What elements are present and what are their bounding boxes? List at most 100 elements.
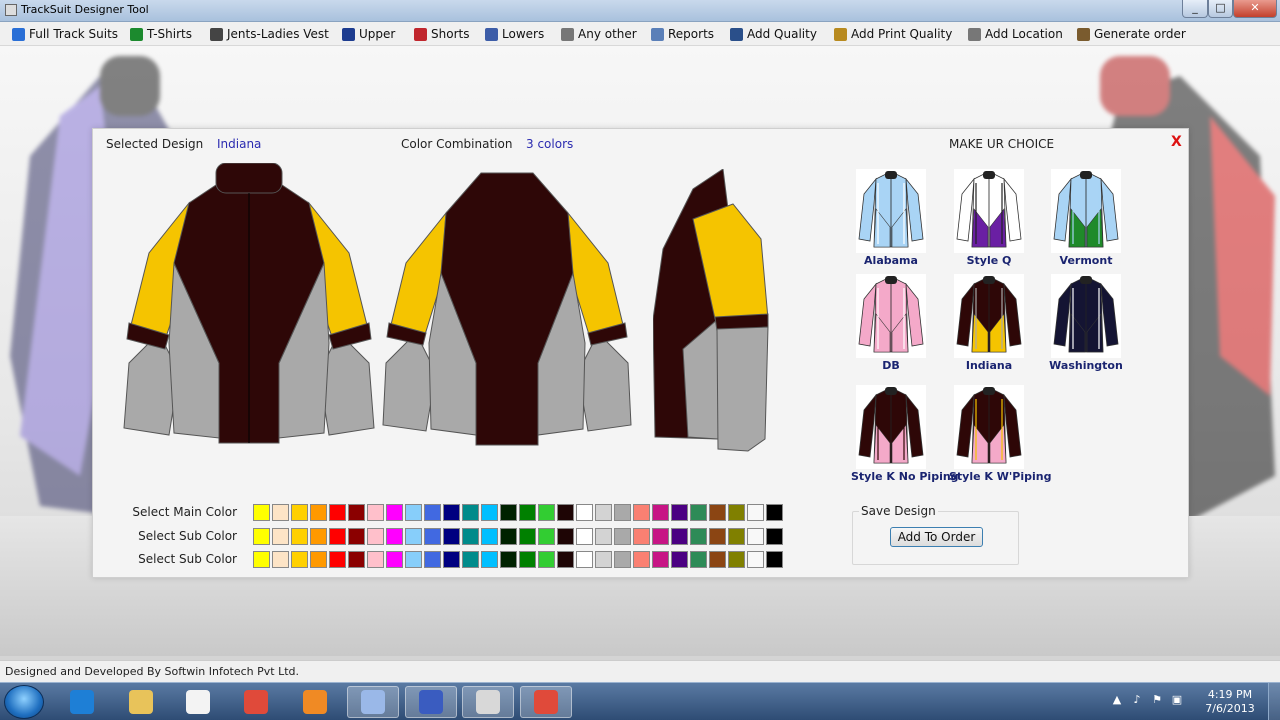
- color-swatch[interactable]: [519, 504, 536, 521]
- color-swatch[interactable]: [557, 504, 574, 521]
- color-swatch[interactable]: [329, 504, 346, 521]
- color-swatch[interactable]: [405, 528, 422, 545]
- taskbar-app-network[interactable]: [347, 686, 399, 718]
- color-swatch[interactable]: [348, 551, 365, 568]
- color-swatch[interactable]: [747, 551, 764, 568]
- color-swatch[interactable]: [595, 528, 612, 545]
- color-swatch[interactable]: [652, 504, 669, 521]
- color-swatch[interactable]: [595, 551, 612, 568]
- style-thumb-washington[interactable]: Washington: [1046, 274, 1126, 372]
- menu-item-full-track-suits[interactable]: Full Track Suits: [12, 26, 118, 42]
- color-swatch[interactable]: [747, 504, 764, 521]
- taskbar-app-infinity[interactable]: [405, 686, 457, 718]
- color-swatch[interactable]: [766, 528, 783, 545]
- color-swatch[interactable]: [367, 504, 384, 521]
- color-swatch[interactable]: [424, 504, 441, 521]
- color-swatch[interactable]: [519, 551, 536, 568]
- color-swatch[interactable]: [633, 551, 650, 568]
- menu-item-jents-ladies-vest[interactable]: Jents-Ladies Vest: [210, 26, 329, 42]
- color-swatch[interactable]: [367, 528, 384, 545]
- color-swatch[interactable]: [538, 504, 555, 521]
- color-swatch[interactable]: [576, 528, 593, 545]
- taskbar-app-media-player[interactable]: [172, 686, 224, 718]
- color-swatch[interactable]: [443, 551, 460, 568]
- menu-item-generate-order[interactable]: Generate order: [1077, 26, 1186, 42]
- color-swatch[interactable]: [348, 504, 365, 521]
- color-swatch[interactable]: [709, 528, 726, 545]
- color-swatch[interactable]: [424, 551, 441, 568]
- color-swatch[interactable]: [462, 504, 479, 521]
- color-swatch[interactable]: [557, 528, 574, 545]
- color-swatch[interactable]: [709, 504, 726, 521]
- add-to-order-button[interactable]: Add To Order: [890, 527, 983, 547]
- style-thumb-style-q[interactable]: Style Q: [949, 169, 1029, 267]
- color-swatch[interactable]: [462, 528, 479, 545]
- maximize-button[interactable]: □: [1208, 0, 1233, 18]
- color-swatch[interactable]: [481, 504, 498, 521]
- color-swatch[interactable]: [652, 528, 669, 545]
- color-swatch[interactable]: [652, 551, 669, 568]
- color-swatch[interactable]: [690, 528, 707, 545]
- color-swatch[interactable]: [576, 551, 593, 568]
- color-swatch[interactable]: [272, 551, 289, 568]
- color-swatch[interactable]: [329, 528, 346, 545]
- color-swatch[interactable]: [272, 504, 289, 521]
- color-swatch[interactable]: [671, 528, 688, 545]
- menu-item-any-other[interactable]: Any other: [561, 26, 637, 42]
- color-swatch[interactable]: [386, 551, 403, 568]
- style-thumb-alabama[interactable]: Alabama: [851, 169, 931, 267]
- volume-icon[interactable]: ♪: [1130, 693, 1144, 707]
- color-swatch[interactable]: [500, 551, 517, 568]
- taskbar-app-firefox[interactable]: [289, 686, 341, 718]
- color-swatch[interactable]: [481, 528, 498, 545]
- clock[interactable]: 4:19 PM 7/6/2013: [1200, 688, 1260, 716]
- color-swatch[interactable]: [766, 504, 783, 521]
- color-swatch[interactable]: [709, 551, 726, 568]
- color-swatch[interactable]: [690, 504, 707, 521]
- panel-close-button[interactable]: X: [1171, 134, 1182, 150]
- menu-item-add-quality[interactable]: Add Quality: [730, 26, 817, 42]
- color-swatch[interactable]: [614, 551, 631, 568]
- jacket-side-view[interactable]: [653, 169, 773, 453]
- flag-icon[interactable]: ⚑: [1150, 693, 1164, 707]
- color-swatch[interactable]: [747, 528, 764, 545]
- color-swatch[interactable]: [538, 528, 555, 545]
- color-swatch[interactable]: [443, 528, 460, 545]
- taskbar-app-designer-app[interactable]: [520, 686, 572, 718]
- color-swatch[interactable]: [633, 504, 650, 521]
- color-swatch[interactable]: [633, 528, 650, 545]
- menu-item-lowers[interactable]: Lowers: [485, 26, 544, 42]
- menu-item-add-location[interactable]: Add Location: [968, 26, 1063, 42]
- color-swatch[interactable]: [481, 551, 498, 568]
- color-swatch[interactable]: [272, 528, 289, 545]
- menu-item-upper[interactable]: Upper: [342, 26, 395, 42]
- color-swatch[interactable]: [500, 528, 517, 545]
- color-swatch[interactable]: [367, 551, 384, 568]
- color-swatch[interactable]: [405, 551, 422, 568]
- color-swatch[interactable]: [557, 551, 574, 568]
- color-swatch[interactable]: [614, 528, 631, 545]
- color-swatch[interactable]: [519, 528, 536, 545]
- start-button[interactable]: [4, 685, 44, 719]
- color-swatch[interactable]: [253, 504, 270, 521]
- taskbar-app-window[interactable]: [462, 686, 514, 718]
- color-swatch[interactable]: [595, 504, 612, 521]
- color-swatch[interactable]: [671, 504, 688, 521]
- color-swatch[interactable]: [728, 504, 745, 521]
- minimize-button[interactable]: _: [1182, 0, 1208, 18]
- network-tray-icon[interactable]: ▣: [1170, 693, 1184, 707]
- color-swatch[interactable]: [405, 504, 422, 521]
- color-swatch[interactable]: [291, 504, 308, 521]
- color-swatch[interactable]: [538, 551, 555, 568]
- color-swatch[interactable]: [766, 551, 783, 568]
- menu-item-shorts[interactable]: Shorts: [414, 26, 469, 42]
- color-swatch[interactable]: [728, 551, 745, 568]
- taskbar-app-chrome[interactable]: [230, 686, 282, 718]
- menu-item-reports[interactable]: Reports: [651, 26, 714, 42]
- style-thumb-style-k-w-piping[interactable]: Style K W'Piping: [949, 385, 1051, 483]
- show-desktop-button[interactable]: [1268, 683, 1280, 720]
- color-swatch[interactable]: [443, 504, 460, 521]
- color-swatch[interactable]: [310, 528, 327, 545]
- tray-arrow-icon[interactable]: ▲: [1110, 693, 1124, 707]
- menu-item-add-print-quality[interactable]: Add Print Quality: [834, 26, 952, 42]
